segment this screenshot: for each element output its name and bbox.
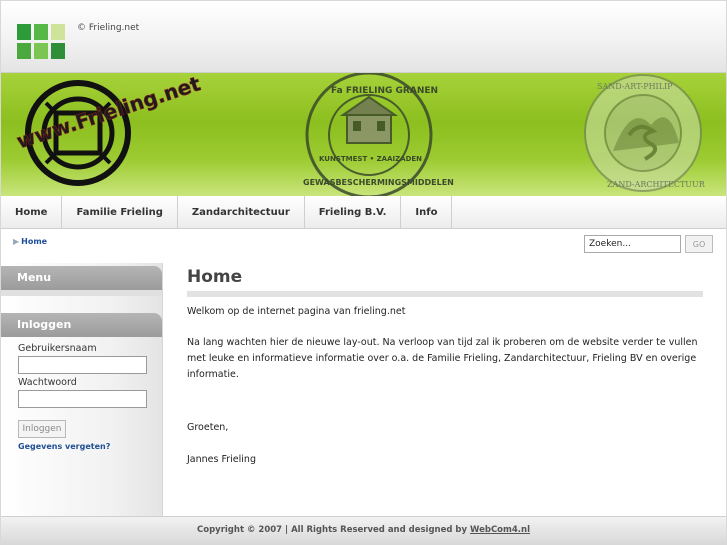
menu-divider [1,290,162,296]
seal-side-text: KUNSTMEST • ZAAIZADEN [319,155,422,163]
search-input[interactable] [584,235,681,253]
banner: www.Frieling.net Fa FRIELING GRANEN KUNS… [1,73,726,196]
username-field[interactable] [18,356,147,374]
title-divider [187,291,703,297]
footer: Copyright © 2007 | All Rights Reserved a… [1,516,726,544]
nav-item-zandarchitectuur[interactable]: Zandarchitectuur [178,196,305,229]
seal-bottom-text: GEWASBESCHERMINGSMIDDELEN [303,178,454,187]
password-field[interactable] [18,390,147,408]
logo-square [34,43,48,59]
nav-item-familie-frieling[interactable]: Familie Frieling [62,196,178,229]
right-seal-top-text: SAND-ART-PHILIP [597,82,673,91]
breadcrumb-home-link[interactable]: Home [21,237,47,246]
breadcrumb: ▶ Home [13,237,47,246]
right-seal-bottom-text: ZAND-ARCHITECTUUR [607,180,706,189]
top-header: © Frieling.net [1,1,726,73]
zand-architectuur-seal [584,74,702,192]
search-go-button[interactable]: GO [685,235,713,253]
logo-square [17,43,31,59]
signature-text: Jannes Frieling [187,454,256,465]
menu-header: Menu [1,266,162,290]
nav-item-info[interactable]: Info [401,196,453,229]
forgot-credentials-link[interactable]: Gegevens vergeten? [18,442,110,451]
body-text: Na lang wachten hier de nieuwe lay-out. … [187,337,698,380]
main-nav: Home Familie Frieling Zandarchitectuur F… [1,196,726,229]
nav-item-frieling-bv[interactable]: Frieling B.V. [305,196,402,229]
logo-square [17,24,31,40]
logo-square [51,24,65,40]
footer-copyright: Copyright © 2007 | All Rights Reserved a… [197,525,471,535]
password-label: Wachtwoord [18,377,77,388]
login-header: Inloggen [1,313,162,337]
footer-webcom-link[interactable]: WebCom4.nl [470,525,530,535]
banner-graphics: www.Frieling.net Fa FRIELING GRANEN KUNS… [13,73,706,196]
logo-square [51,43,65,59]
username-label: Gebruikersnaam [18,343,97,354]
header-copyright: © Frieling.net [77,23,140,33]
nav-item-home[interactable]: Home [1,196,63,229]
greeting-text: Groeten, [187,422,229,433]
seal-top-text: Fa FRIELING GRANEN [331,86,438,96]
page: © Frieling.net www.Frieling.net Fa FRIEL… [0,0,727,545]
login-button[interactable]: Inloggen [18,420,66,438]
sidebar: Menu Inloggen Gebruikersnaam Wachtwoord … [1,263,163,516]
logo-square [34,24,48,40]
welcome-text: Welkom op de internet pagina van frielin… [187,306,406,317]
page-title: Home [187,267,243,287]
breadcrumb-arrow-icon: ▶ [13,237,20,246]
site-logo-grid[interactable] [17,24,65,60]
